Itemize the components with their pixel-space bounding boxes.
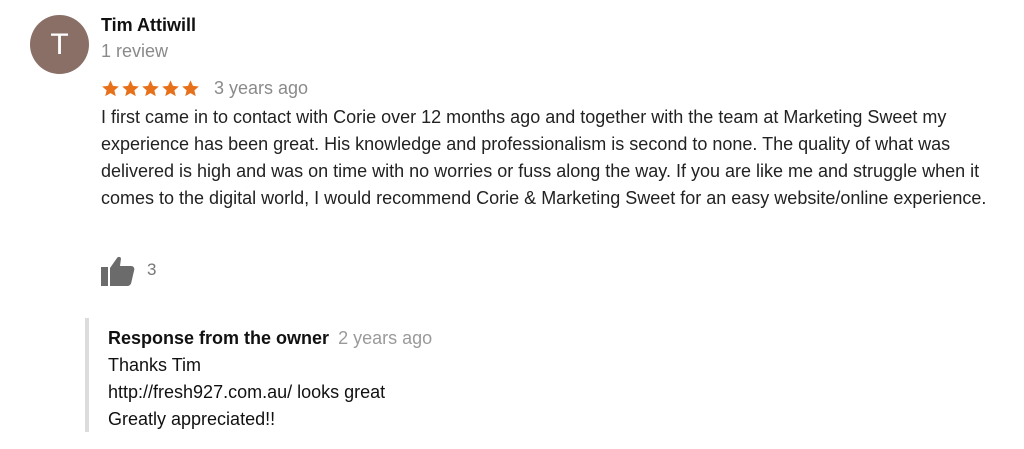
owner-response: Response from the owner 2 years ago Than…: [85, 318, 988, 432]
owner-response-line: http://fresh927.com.au/ looks great: [108, 382, 386, 402]
thumbs-up-icon[interactable]: [101, 255, 135, 286]
like-count: 3: [147, 260, 157, 279]
star-icon: [162, 79, 179, 96]
like-row: 3: [101, 254, 156, 286]
star-icon: [122, 79, 139, 96]
owner-response-label: Response from the owner: [108, 328, 330, 348]
star-icon: [102, 79, 119, 96]
star-icon: [182, 79, 199, 96]
owner-response-header: Response from the owner 2 years ago: [108, 328, 432, 349]
reviewer-avatar[interactable]: T: [30, 15, 89, 74]
star-icon: [142, 79, 159, 96]
review-card: T Tim Attiwill 1 review 3 years ago I fi…: [0, 0, 1024, 449]
owner-response-line: Thanks Tim: [108, 355, 202, 375]
reviewer-review-count: 1 review: [101, 41, 169, 61]
review-date: 3 years ago: [214, 77, 309, 98]
rating-row: 3 years ago: [101, 76, 308, 100]
owner-response-date: 2 years ago: [338, 328, 433, 348]
owner-response-line: Greatly appreciated!!: [108, 409, 276, 429]
review-text: I first came in to contact with Corie ov…: [101, 107, 987, 208]
reviewer-name[interactable]: Tim Attiwill: [101, 15, 196, 36]
star-rating: [101, 79, 200, 98]
